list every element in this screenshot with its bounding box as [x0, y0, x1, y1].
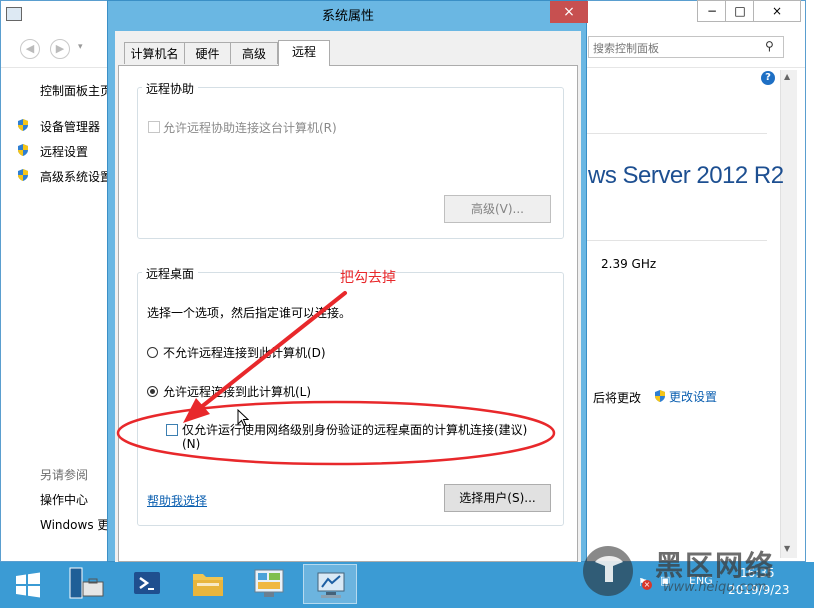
watermark-logo-icon [583, 546, 633, 596]
annotation-ellipse [116, 400, 556, 466]
folder-icon [193, 574, 223, 596]
start-button[interactable] [8, 566, 48, 604]
watermark-text: 黑区网络 [655, 549, 776, 582]
taskbar-file-explorer[interactable] [181, 564, 235, 604]
taskbar-control-panel[interactable] [242, 564, 296, 604]
tab-remote[interactable]: 远程 [278, 40, 330, 66]
taskbar-server-manager[interactable] [59, 564, 113, 604]
powershell-icon [134, 572, 160, 594]
windows-logo-icon [16, 572, 40, 598]
system-properties-icon [317, 572, 345, 598]
watermark-url: www.heiqu.com [663, 580, 767, 595]
annotation-arrow-shaft [198, 291, 347, 410]
alert-badge-icon: × [642, 580, 652, 590]
annotation-text: 把勾去掉 [340, 270, 396, 286]
taskbar-powershell[interactable] [120, 564, 174, 604]
control-panel-icon [254, 569, 284, 597]
annotation-overlay [116, 291, 556, 466]
server-manager-icon [69, 567, 104, 599]
taskbar-system-properties[interactable] [303, 564, 357, 604]
